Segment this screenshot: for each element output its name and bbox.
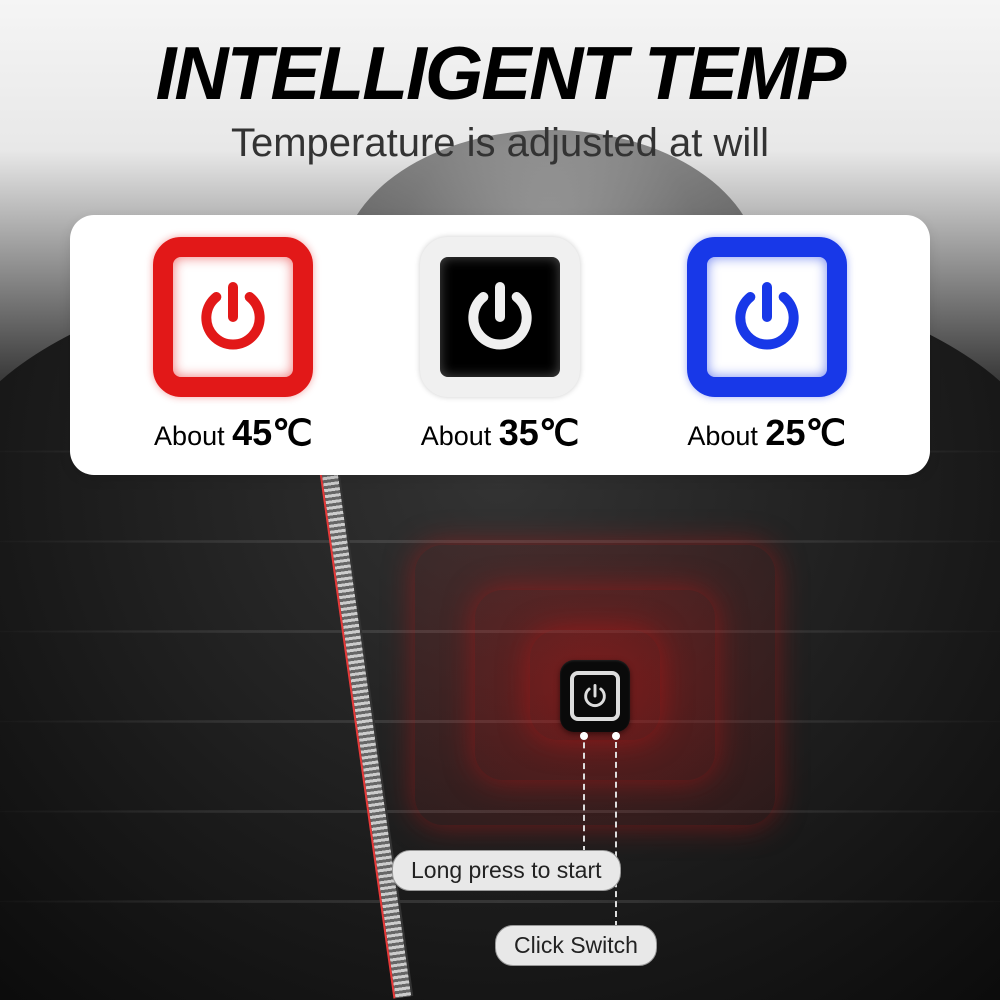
quilted-seam — [0, 900, 1000, 903]
temp-option-low: About 25℃ — [687, 237, 847, 454]
page-subtitle: Temperature is adjusted at will — [0, 121, 1000, 166]
power-icon — [727, 277, 807, 357]
callout-line — [583, 732, 585, 852]
jacket-power-button-frame — [570, 671, 620, 721]
power-button-white — [420, 237, 580, 397]
temp-option-high: About 45℃ — [153, 237, 313, 454]
power-icon — [193, 277, 273, 357]
jacket-power-button[interactable] — [560, 660, 630, 732]
power-icon — [581, 682, 609, 710]
temp-option-medium: About 35℃ — [420, 237, 580, 454]
power-button-red — [153, 237, 313, 397]
header: INTELLIGENT TEMP Temperature is adjusted… — [0, 30, 1000, 166]
temp-label-low: About 25℃ — [687, 412, 846, 454]
temp-label-high: About 45℃ — [154, 412, 313, 454]
temp-label-medium: About 35℃ — [421, 412, 580, 454]
callout-dot — [612, 732, 620, 740]
power-icon — [460, 277, 540, 357]
callout-line — [615, 732, 617, 927]
callout-dot — [580, 732, 588, 740]
temperature-panel: About 45℃ About 35℃ About 25℃ — [70, 215, 930, 475]
quilted-seam — [0, 540, 1000, 543]
callout-click: Click Switch — [495, 925, 657, 966]
page-title: INTELLIGENT TEMP — [0, 30, 1000, 116]
power-button-blue — [687, 237, 847, 397]
callout-longpress: Long press to start — [392, 850, 621, 891]
